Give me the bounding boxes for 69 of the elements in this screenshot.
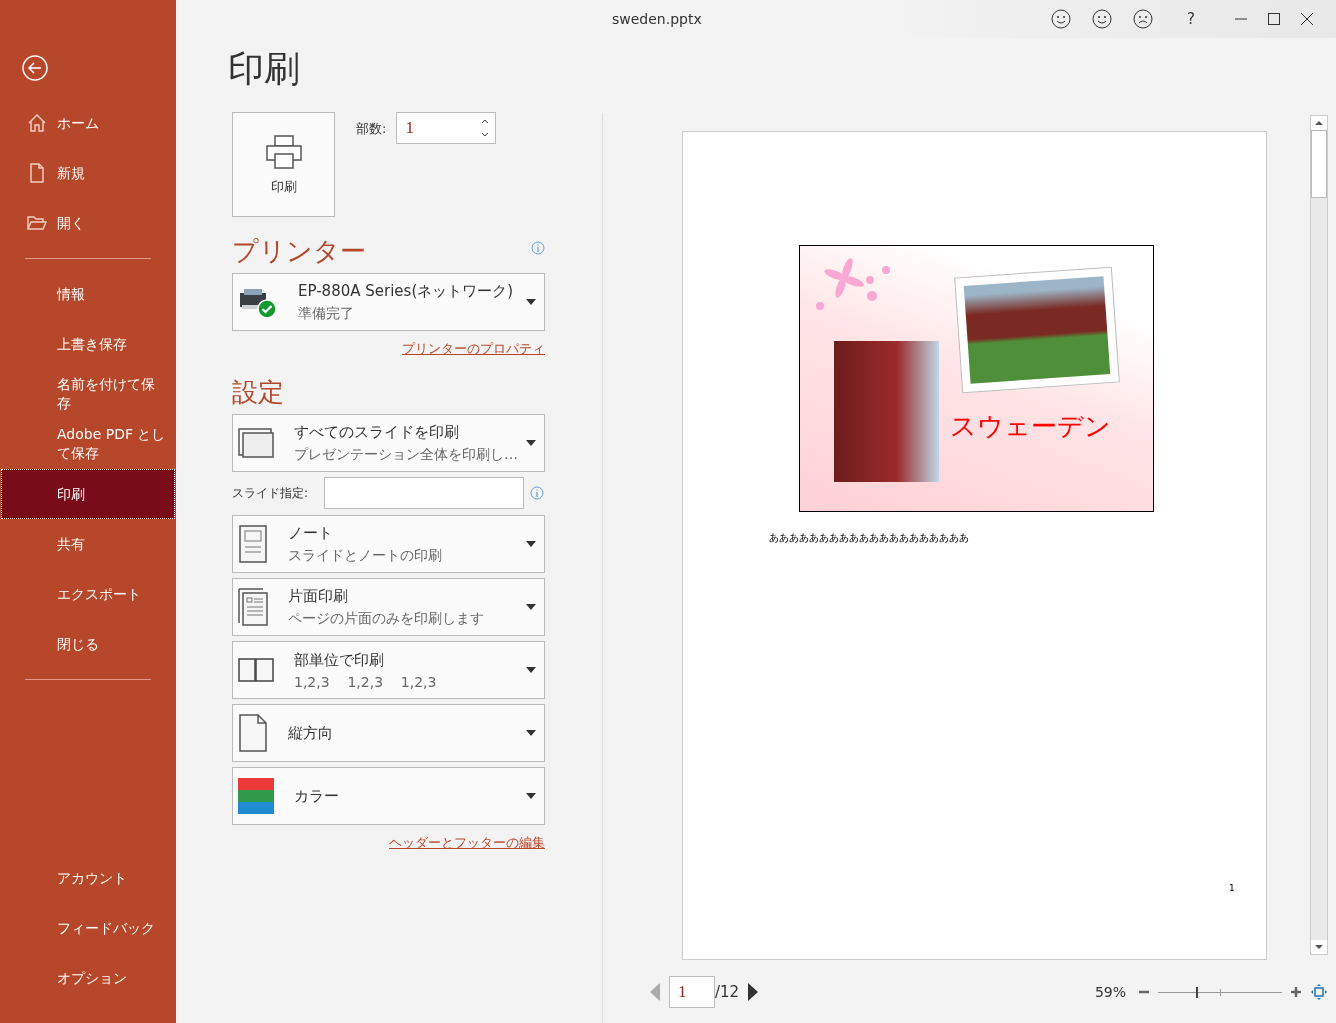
sidebar-item[interactable]: アカウント xyxy=(1,853,175,903)
caret-icon xyxy=(526,440,536,446)
sidebar-item[interactable]: ホーム xyxy=(1,98,175,148)
section-heading: 設定 xyxy=(232,376,285,409)
copies-field[interactable]: 1 xyxy=(396,112,497,144)
maximize-icon[interactable] xyxy=(1267,12,1281,26)
frown-icon[interactable] xyxy=(1132,8,1155,30)
collate-pages-icon xyxy=(238,658,274,682)
printer-icon xyxy=(264,133,303,170)
folder-icon xyxy=(27,213,47,233)
back-icon[interactable] xyxy=(21,54,49,82)
sidebar-item[interactable]: 上書き保存 xyxy=(1,319,175,369)
settings-dropdown[interactable]: カラー xyxy=(232,767,545,825)
home-icon xyxy=(27,113,47,133)
sidebar-item[interactable]: 共有 xyxy=(1,519,175,569)
caret-icon xyxy=(526,541,536,547)
color-bars-icon xyxy=(238,778,274,814)
printer-dropdown[interactable]: EP-880A Series(ネットワーク) 準備完了 xyxy=(232,273,545,331)
sidebar-item[interactable]: 名前を付けて保存 xyxy=(1,369,175,419)
sidebar-item[interactable]: Adobe PDF として保存 xyxy=(1,419,175,469)
close-icon[interactable] xyxy=(1300,12,1314,26)
help-button[interactable]: ? xyxy=(1187,10,1195,28)
one-sided-page-icon xyxy=(238,588,268,626)
sidebar-item[interactable]: 印刷 xyxy=(1,469,175,519)
page-number-field[interactable]: 1 xyxy=(669,976,715,1008)
printer-properties-link[interactable]: プリンターのプロパティ xyxy=(402,340,545,358)
print-button[interactable]: 印刷 xyxy=(232,112,335,217)
sidebar-item[interactable]: エクスポート xyxy=(1,569,175,619)
zoom-percentage: 59% xyxy=(1094,984,1126,1000)
spinner-arrows-icon[interactable] xyxy=(481,117,490,139)
sidebar-item[interactable]: フィードバック xyxy=(1,903,175,953)
settings-dropdown[interactable]: 部単位で印刷 1,2,3 1,2,3 1,2,3 xyxy=(232,641,545,699)
fit-to-window-icon[interactable] xyxy=(1310,983,1328,1001)
sidebar-item[interactable]: 開く xyxy=(1,198,175,248)
smiley-icon[interactable] xyxy=(1050,8,1073,30)
caret-icon xyxy=(526,299,536,305)
caret-icon xyxy=(526,604,536,610)
caret-icon xyxy=(526,730,536,736)
smiley-icon[interactable] xyxy=(1091,8,1114,30)
notes-text: ああああああああああああああああああああ xyxy=(769,531,969,545)
header-footer-link[interactable]: ヘッダーとフッターの編集 xyxy=(389,834,545,852)
copies-label: 部数: xyxy=(356,120,387,138)
scrollbar[interactable] xyxy=(1310,115,1328,955)
page-title: 印刷 xyxy=(228,47,301,91)
settings-dropdown[interactable]: 片面印刷 ページの片面のみを印刷します xyxy=(232,578,545,636)
settings-dropdown[interactable]: 縦方向 xyxy=(232,704,545,762)
window-title: sweden.pptx xyxy=(612,11,702,27)
slides-icon xyxy=(238,428,274,458)
zoom-slider-thumb[interactable] xyxy=(1196,986,1199,998)
slide-range-field[interactable] xyxy=(324,477,524,509)
caret-icon xyxy=(526,667,536,673)
sidebar-item[interactable]: 情報 xyxy=(1,269,175,319)
section-heading: プリンター xyxy=(232,235,366,268)
portrait-page-icon xyxy=(238,714,268,752)
settings-dropdown[interactable]: すべてのスライドを印刷 プレゼンテーション全体を印刷し… xyxy=(232,414,545,472)
zoom-in-icon[interactable] xyxy=(1290,986,1302,998)
settings-dropdown[interactable]: ノート スライドとノートの印刷 xyxy=(232,515,545,573)
next-page-icon[interactable] xyxy=(747,982,760,1002)
notes-page-icon xyxy=(238,525,268,563)
sidebar-item[interactable]: 新規 xyxy=(1,148,175,198)
sidebar-item[interactable]: オプション xyxy=(1,953,175,1003)
slide-range-label: スライド指定: xyxy=(232,484,310,502)
slide-title: スウェーデン xyxy=(950,410,1111,443)
document-icon xyxy=(27,163,47,183)
scrollbar-thumb[interactable] xyxy=(1311,130,1327,198)
sidebar-item[interactable]: 閉じる xyxy=(1,619,175,669)
caret-icon xyxy=(526,793,536,799)
page-count: /12 xyxy=(715,983,740,1001)
page-number: 1 xyxy=(1229,883,1235,893)
